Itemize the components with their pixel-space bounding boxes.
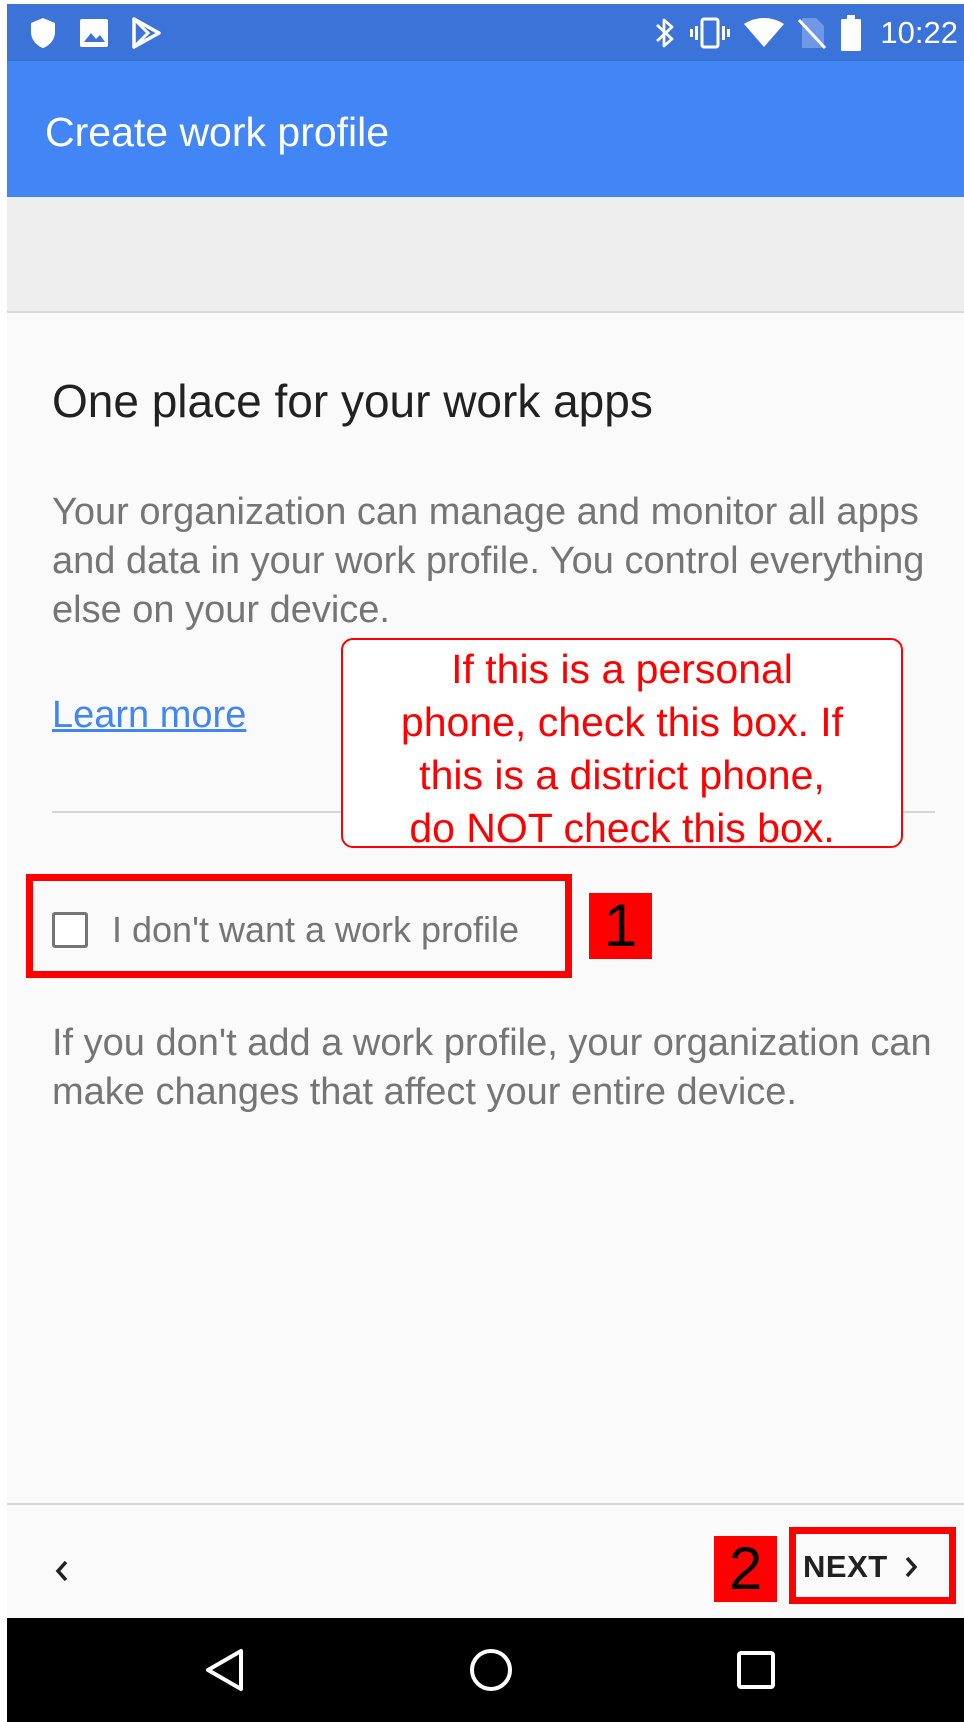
footer-divider [7,1503,964,1505]
callout-line: If this is a personal [451,646,793,692]
wifi-icon [744,17,785,48]
callout-line: this is a district phone, [419,752,825,798]
no-sim-icon [798,16,827,50]
no-work-profile-checkbox[interactable] [52,912,88,948]
learn-more-link[interactable]: Learn more [52,694,246,737]
back-button[interactable] [37,1546,87,1596]
battery-icon [840,14,862,51]
content-description: Your organization can manage and monitor… [52,491,925,631]
play-store-icon [131,16,161,49]
vibrate-icon [690,17,731,49]
next-label: NEXT [803,1549,888,1584]
header-band [7,197,964,313]
next-button[interactable]: NEXT [803,1542,920,1592]
chevron-left-icon [52,1557,72,1585]
back-triangle-icon [203,1647,247,1693]
callout-line: do NOT check this box. [409,805,835,851]
status-bar: 10:22 [7,4,964,61]
nav-recents-button[interactable] [704,1618,808,1722]
work-profile-note: If you don't add a work profile, your or… [52,1022,932,1113]
recents-square-icon [736,1650,776,1690]
step-badge-2: 2 [714,1536,777,1602]
nav-back-button[interactable] [173,1618,277,1722]
no-work-profile-checkbox-row[interactable]: I don't want a work profile [52,904,519,956]
shield-icon [29,17,57,49]
home-circle-icon [468,1647,514,1693]
app-bar: Create work profile [7,61,964,197]
navigation-bar [7,1618,964,1722]
instruction-callout: If this is a personal phone, check this … [341,638,903,851]
checkbox-label[interactable]: I don't want a work profile [112,909,519,951]
chevron-right-icon [902,1553,920,1581]
page-title: Create work profile [45,109,390,155]
image-icon [79,18,109,48]
content-heading: One place for your work apps [52,375,653,427]
bluetooth-icon [654,16,676,50]
callout-line: phone, check this box. If [400,699,844,745]
nav-home-button[interactable] [439,1618,543,1722]
step-badge-1: 1 [589,893,652,959]
status-time: 10:22 [880,14,958,50]
phone-screen: 10:22 Create work profile One place for … [7,4,964,1722]
